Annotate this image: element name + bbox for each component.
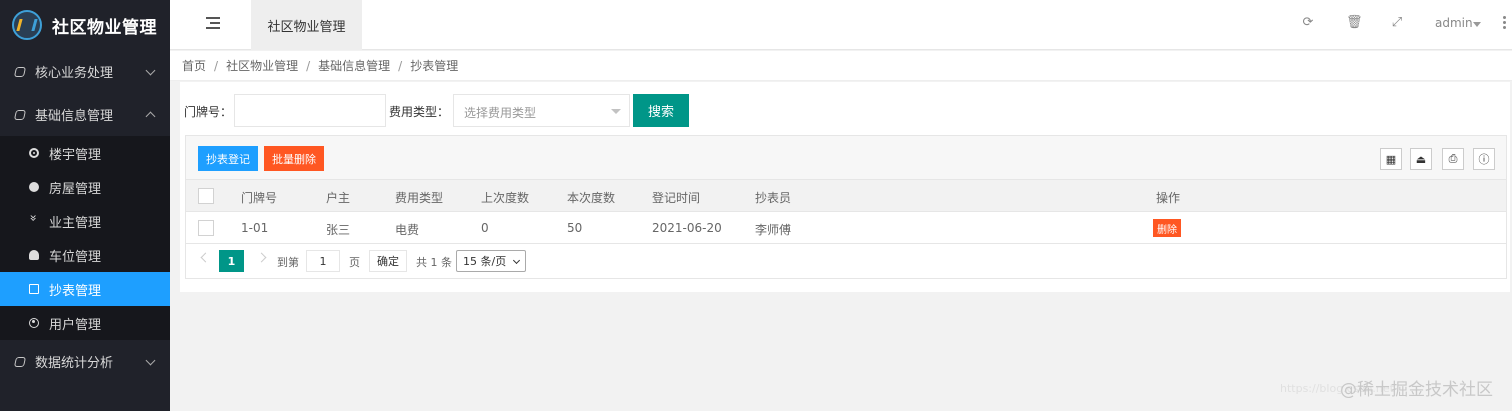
- fee-type-placeholder: 选择费用类型: [464, 106, 537, 120]
- total-count: 共 1 条: [416, 256, 452, 269]
- trash-icon[interactable]: 🗑: [1346, 16, 1363, 30]
- top-header: 社区物业管理 ⟳ 🗑 ⤢ admin: [170, 0, 1512, 50]
- goto-page-input[interactable]: 1: [306, 250, 340, 272]
- breadcrumb-item[interactable]: 基础信息管理: [318, 57, 390, 74]
- door-input[interactable]: [234, 94, 386, 127]
- prev-page-icon[interactable]: [200, 252, 211, 263]
- face-icon: [29, 182, 39, 192]
- sidebar-group-label: 基础信息管理: [35, 109, 114, 124]
- batch-delete-button[interactable]: 批量删除: [264, 146, 324, 171]
- sidebar: 社区物业管理 核心业务处理 基础信息管理 楼宇管理 房屋管理 业主管理 车位管理: [0, 0, 170, 411]
- row-delete-button[interactable]: 删除: [1153, 219, 1181, 237]
- cell-reader: 李师傅: [755, 223, 792, 237]
- user-icon: [29, 318, 39, 328]
- cell-last-reading: 0: [481, 221, 489, 235]
- caret-down-icon: [611, 109, 621, 114]
- goto-confirm-button[interactable]: 确定: [369, 250, 407, 272]
- sidebar-item-label: 楼宇管理: [49, 147, 102, 163]
- chevron-down-icon: [145, 355, 156, 366]
- cell-owner: 张三: [326, 223, 351, 237]
- app-title: 社区物业管理: [52, 17, 157, 38]
- user-menu[interactable]: admin: [1435, 16, 1473, 30]
- fee-type-label: 费用类型：: [389, 105, 450, 119]
- column-header[interactable]: 上次度数: [481, 189, 529, 206]
- breadcrumb-current: 抄表管理: [410, 59, 459, 73]
- sidebar-item-meter[interactable]: 抄表管理: [0, 272, 170, 306]
- sidebar-item-label: 抄表管理: [49, 283, 102, 299]
- sidebar-group-label: 数据统计分析: [35, 356, 114, 371]
- breadcrumb: 首页 / 社区物业管理 / 基础信息管理 / 抄表管理: [170, 51, 1512, 81]
- sidebar-group-stats[interactable]: 数据统计分析: [0, 340, 170, 383]
- sidebar-item-building[interactable]: 楼宇管理: [0, 136, 170, 170]
- page-size-select[interactable]: 15 条/页: [456, 250, 526, 272]
- sidebar-group-core[interactable]: 核心业务处理: [0, 50, 170, 93]
- sidebar-submenu: 楼宇管理 房屋管理 业主管理 车位管理 抄表管理 用户管理: [0, 136, 170, 340]
- column-header: 操作: [1156, 191, 1181, 205]
- page-unit-label: 页: [349, 256, 360, 269]
- chevrons-icon: [29, 216, 39, 226]
- search-form: 门牌号： 费用类型： 选择费用类型 搜索: [180, 94, 1510, 127]
- logo[interactable]: 社区物业管理: [0, 0, 170, 50]
- edit-icon: [29, 284, 39, 294]
- add-meter-button[interactable]: 抄表登记: [198, 146, 258, 171]
- sidebar-item-owner[interactable]: 业主管理: [0, 204, 170, 238]
- group-icon: [13, 66, 27, 77]
- sidebar-item-label: 车位管理: [49, 249, 102, 265]
- column-header[interactable]: 费用类型: [395, 189, 443, 206]
- sidebar-item-house[interactable]: 房屋管理: [0, 170, 170, 204]
- next-page-icon[interactable]: [256, 252, 267, 263]
- search-button[interactable]: 搜索: [633, 94, 689, 127]
- select-all-checkbox[interactable]: [198, 188, 214, 204]
- table-toolbar: 抄表登记 批量删除 ▦ ⏏ ⎙ ⓘ: [186, 136, 1506, 180]
- column-header[interactable]: 登记时间: [652, 189, 700, 206]
- table-row[interactable]: 1-01 张三 电费 0 50 2021-06-20 李师傅 删除: [186, 212, 1506, 244]
- sidebar-item-parking[interactable]: 车位管理: [0, 238, 170, 272]
- columns-icon[interactable]: ▦: [1380, 148, 1402, 170]
- chevron-down-icon: [512, 256, 521, 265]
- cell-fee-type: 电费: [395, 223, 420, 237]
- chevron-up-icon: [145, 111, 156, 122]
- refresh-icon[interactable]: ⟳: [1301, 16, 1315, 30]
- more-icon[interactable]: [1503, 16, 1506, 31]
- column-header[interactable]: 门牌号: [241, 189, 277, 206]
- caret-down-icon[interactable]: [1473, 22, 1481, 27]
- column-header[interactable]: 户主: [326, 189, 350, 206]
- column-header[interactable]: 本次度数: [567, 189, 615, 206]
- print-icon[interactable]: ⎙: [1442, 148, 1464, 170]
- sidebar-group-basic[interactable]: 基础信息管理: [0, 93, 170, 136]
- gauge-icon: [29, 250, 39, 260]
- info-icon[interactable]: ⓘ: [1473, 148, 1495, 170]
- group-icon: [13, 109, 27, 120]
- group-icon: [13, 356, 27, 367]
- breadcrumb-item[interactable]: 社区物业管理: [226, 57, 298, 74]
- page-current[interactable]: 1: [219, 250, 244, 272]
- export-icon[interactable]: ⏏: [1410, 148, 1432, 170]
- column-header[interactable]: 抄表员: [755, 189, 791, 206]
- sidebar-group-label: 核心业务处理: [35, 66, 114, 81]
- pagination: 1 到第 1 页 确定 共 1 条 15 条/页: [186, 244, 1506, 277]
- cell-door: 1-01: [241, 221, 269, 235]
- chevron-down-icon: [145, 65, 156, 76]
- menu-toggle-icon[interactable]: [206, 17, 220, 29]
- content-panel: 门牌号： 费用类型： 选择费用类型 搜索 抄表登记 批量删除 ▦ ⏏ ⎙ ⓘ 门…: [180, 82, 1510, 292]
- cell-date: 2021-06-20: [652, 221, 722, 235]
- fee-type-select[interactable]: 选择费用类型: [453, 94, 630, 127]
- sidebar-item-label: 用户管理: [49, 317, 102, 333]
- fullscreen-icon[interactable]: ⤢: [1390, 16, 1404, 30]
- sidebar-item-user[interactable]: 用户管理: [0, 306, 170, 340]
- sidebar-item-label: 业主管理: [49, 215, 102, 231]
- logo-icon: [12, 10, 42, 40]
- tab-community[interactable]: 社区物业管理: [251, 0, 362, 50]
- door-label: 门牌号：: [184, 105, 233, 119]
- table-header: 门牌号 户主 费用类型 上次度数 本次度数 登记时间 抄表员 操作: [186, 180, 1506, 212]
- goto-label: 到第: [277, 256, 299, 269]
- data-table: 抄表登记 批量删除 ▦ ⏏ ⎙ ⓘ 门牌号 户主 费用类型 上次度数 本次度数 …: [185, 135, 1507, 279]
- target-icon: [29, 148, 39, 158]
- page-size-value: 15 条/页: [463, 255, 507, 268]
- cell-current-reading: 50: [567, 221, 583, 235]
- watermark: @稀土掘金技术社区: [1340, 380, 1493, 400]
- row-checkbox[interactable]: [198, 220, 214, 236]
- breadcrumb-home[interactable]: 首页: [182, 57, 206, 74]
- sidebar-item-label: 房屋管理: [49, 181, 102, 197]
